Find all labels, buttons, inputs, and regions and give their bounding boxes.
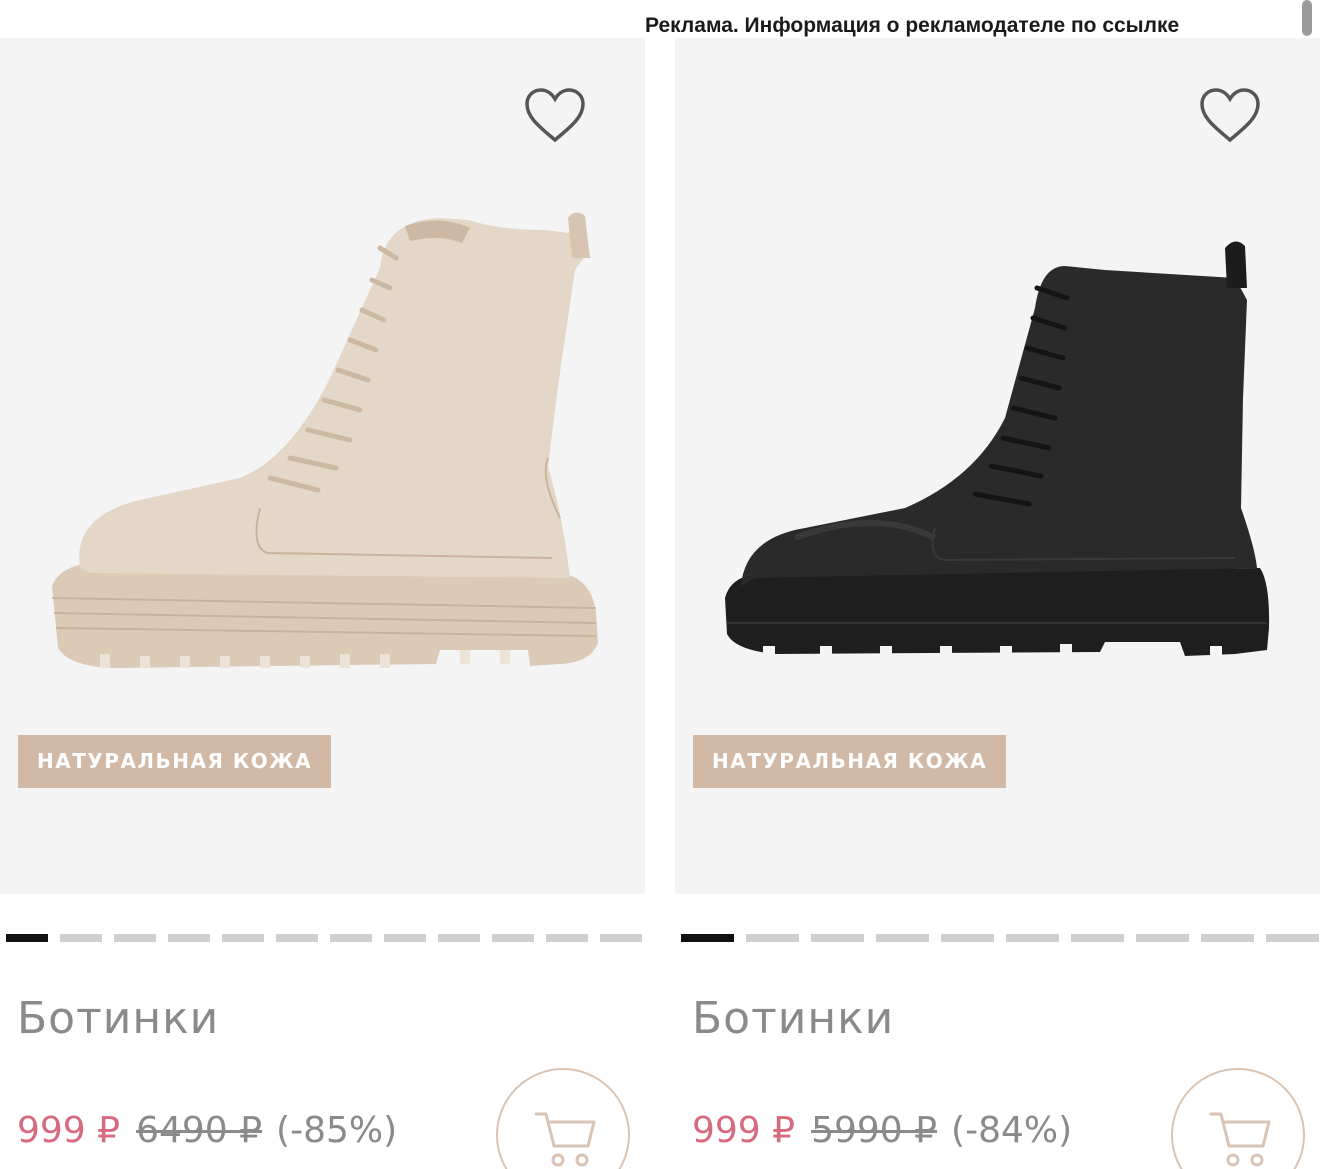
product-title[interactable]: Ботинки <box>17 993 219 1044</box>
material-badge: НАТУРАЛЬНАЯ КОЖА <box>18 735 332 788</box>
product-image-area[interactable]: НАТУРАЛЬНАЯ КОЖА <box>675 38 1320 894</box>
product-listing-page: Реклама. Информация о рекламодателе по с… <box>0 0 1320 1169</box>
old-price: 5990 ₽ <box>811 1110 938 1151</box>
shopping-cart-icon <box>534 1112 596 1167</box>
carousel-dot[interactable] <box>384 934 426 942</box>
discount-percent: (-84%) <box>951 1110 1073 1151</box>
current-price: 999 ₽ <box>17 1110 121 1151</box>
carousel-dot[interactable] <box>746 934 799 942</box>
current-price: 999 ₽ <box>692 1110 796 1151</box>
price-row: 999 ₽ 6490 ₽ (-85%) <box>17 1110 397 1151</box>
carousel-dot[interactable] <box>941 934 994 942</box>
old-price: 6490 ₽ <box>136 1110 263 1151</box>
carousel-dot[interactable] <box>1201 934 1254 942</box>
carousel-dot[interactable] <box>6 934 48 942</box>
carousel-dot[interactable] <box>600 934 642 942</box>
carousel-dot[interactable] <box>276 934 318 942</box>
price-row: 999 ₽ 5990 ₽ (-84%) <box>692 1110 1072 1151</box>
carousel-dot[interactable] <box>1266 934 1319 942</box>
carousel-dot[interactable] <box>60 934 102 942</box>
shopping-cart-icon <box>1209 1112 1271 1167</box>
material-badge: НАТУРАЛЬНАЯ КОЖА <box>693 735 1007 788</box>
carousel-dot[interactable] <box>168 934 210 942</box>
ad-disclosure-link[interactable]: Реклама. Информация о рекламодателе по с… <box>645 14 1179 38</box>
product-title[interactable]: Ботинки <box>692 993 894 1044</box>
heart-outline-icon[interactable] <box>523 86 587 146</box>
product-card[interactable]: НАТУРАЛЬНАЯ КОЖА Ботинки 999 ₽ 6490 ₽ (-… <box>0 38 645 1169</box>
carousel-dot[interactable] <box>438 934 480 942</box>
carousel-dot[interactable] <box>114 934 156 942</box>
carousel-dot[interactable] <box>1071 934 1124 942</box>
carousel-dot[interactable] <box>222 934 264 942</box>
carousel-dot[interactable] <box>546 934 588 942</box>
discount-percent: (-85%) <box>276 1110 398 1151</box>
image-carousel-indicator <box>681 934 1320 944</box>
add-to-cart-button[interactable] <box>496 1068 630 1169</box>
add-to-cart-button[interactable] <box>1171 1068 1305 1169</box>
product-card[interactable]: НАТУРАЛЬНАЯ КОЖА Ботинки 999 ₽ 5990 ₽ (-… <box>675 38 1320 1169</box>
carousel-dot[interactable] <box>492 934 534 942</box>
carousel-dot[interactable] <box>1136 934 1189 942</box>
carousel-dot[interactable] <box>876 934 929 942</box>
scrollbar-thumb[interactable] <box>1302 0 1312 36</box>
image-carousel-indicator <box>6 934 654 944</box>
carousel-dot[interactable] <box>811 934 864 942</box>
carousel-dot[interactable] <box>681 934 734 942</box>
heart-outline-icon[interactable] <box>1198 86 1262 146</box>
carousel-dot[interactable] <box>1006 934 1059 942</box>
product-image-area[interactable]: НАТУРАЛЬНАЯ КОЖА <box>0 38 645 894</box>
carousel-dot[interactable] <box>330 934 372 942</box>
